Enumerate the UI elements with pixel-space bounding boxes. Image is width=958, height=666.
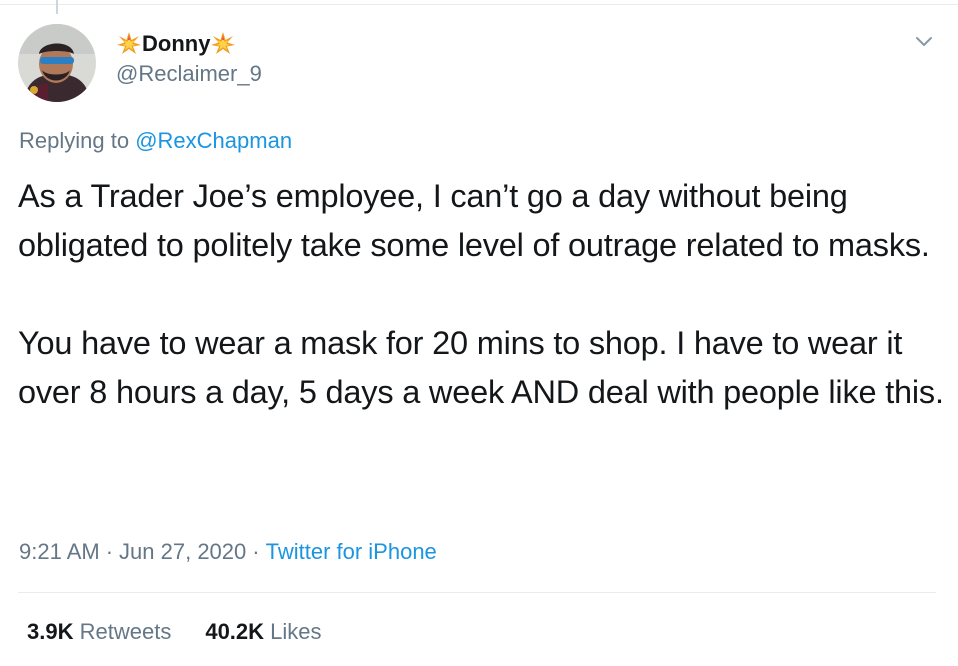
- tweet-body: As a Trader Joe’s employee, I can’t go a…: [18, 172, 948, 417]
- tweet-source-link[interactable]: Twitter for iPhone: [266, 539, 437, 564]
- sparkle-emoji-icon: [117, 32, 141, 54]
- meta-separator: ·: [252, 539, 260, 564]
- tweet-date[interactable]: Jun 27, 2020: [119, 539, 246, 564]
- sparkle-emoji-icon: [211, 32, 236, 54]
- retweets-label: Retweets: [79, 619, 172, 644]
- replying-to-handle-link[interactable]: @RexChapman: [135, 128, 292, 153]
- likes-label: Likes: [270, 619, 322, 644]
- tweet-paragraph: You have to wear a mask for 20 mins to s…: [18, 325, 944, 410]
- tweet-stats: 3.9K Retweets 40.2K Likes: [27, 618, 322, 646]
- retweets-count: 3.9K: [27, 619, 74, 644]
- divider: [18, 592, 936, 593]
- replying-to-prefix: Replying to: [19, 128, 130, 153]
- tweet-paragraph: As a Trader Joe’s employee, I can’t go a…: [18, 178, 930, 263]
- avatar[interactable]: [18, 24, 96, 102]
- likes-count: 40.2K: [205, 619, 265, 644]
- more-options-chevron-down-icon[interactable]: [911, 32, 937, 52]
- user-handle[interactable]: @Reclaimer_9: [116, 60, 262, 88]
- tweet-time[interactable]: 9:21 AM: [19, 539, 100, 564]
- meta-separator: ·: [105, 539, 114, 564]
- retweets-stat[interactable]: 3.9K Retweets: [27, 618, 171, 646]
- thread-connector-line: [56, 0, 58, 14]
- tweet-meta: 9:21 AM · Jun 27, 2020 · Twitter for iPhone: [19, 538, 437, 566]
- display-name-text: Donny: [142, 31, 211, 56]
- replying-to: Replying to @RexChapman: [19, 127, 292, 155]
- display-name[interactable]: Donny: [116, 30, 262, 58]
- top-border: [0, 4, 958, 5]
- likes-stat[interactable]: 40.2K Likes: [205, 618, 321, 646]
- tweet-author: Donny @Reclaimer_9: [116, 30, 262, 88]
